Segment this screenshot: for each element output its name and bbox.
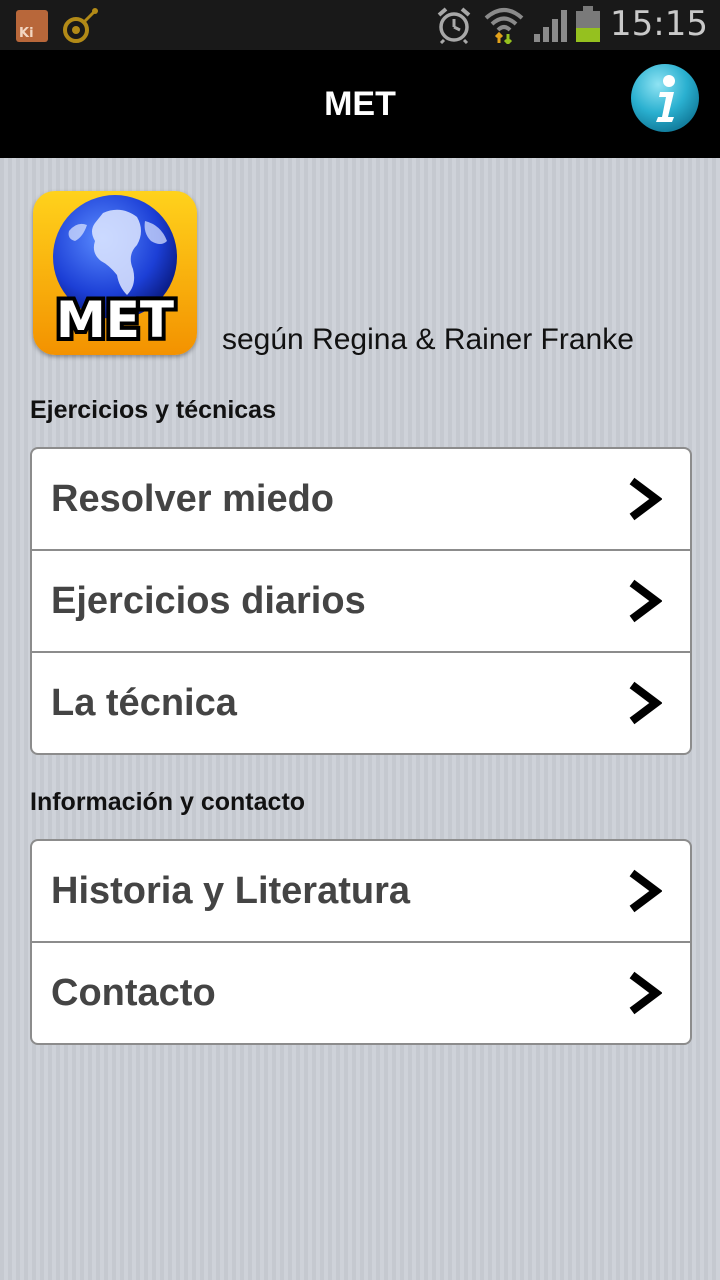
menu-item-label: Contacto (51, 972, 216, 1014)
attribution-text: según Regina & Rainer Franke (222, 323, 634, 356)
section-header-informacion: Información y contacto (30, 788, 306, 816)
menu-group-informacion: Historia y Literatura Contacto (30, 839, 692, 1045)
status-bar: Ki 15:15 (0, 0, 720, 50)
menu-item-label: Historia y Literatura (51, 870, 410, 912)
section-header-ejercicios: Ejercicios y técnicas (30, 396, 276, 424)
wifi-icon (484, 6, 524, 49)
menu-item-label: La técnica (51, 682, 237, 724)
app-header: MET (0, 50, 720, 158)
chevron-right-icon (629, 477, 662, 521)
menu-item-ejercicios-diarios[interactable]: Ejercicios diarios (32, 551, 690, 653)
satellite-icon (60, 6, 100, 51)
kies-icon-text: Ki (19, 26, 34, 41)
chevron-right-icon (629, 971, 662, 1015)
menu-item-resolver-miedo[interactable]: Resolver miedo (32, 449, 690, 551)
chevron-right-icon (629, 579, 662, 623)
met-logo: MET (33, 191, 197, 355)
menu-item-contacto[interactable]: Contacto (32, 943, 690, 1043)
menu-item-label: Resolver miedo (51, 478, 334, 520)
signal-icon (532, 8, 570, 49)
logo-text: MET (56, 291, 174, 349)
page-title: MET (324, 85, 396, 123)
info-button[interactable] (630, 63, 700, 133)
info-icon (631, 64, 699, 132)
menu-group-ejercicios: Resolver miedo Ejercicios diarios La téc… (30, 447, 692, 755)
battery-icon (576, 6, 600, 42)
battery-level-fill (576, 28, 600, 42)
menu-item-historia-literatura[interactable]: Historia y Literatura (32, 841, 690, 943)
menu-item-la-tecnica[interactable]: La técnica (32, 653, 690, 753)
menu-item-label: Ejercicios diarios (51, 580, 366, 622)
status-time: 15:15 (610, 4, 708, 44)
kies-icon: Ki (16, 10, 48, 42)
chevron-right-icon (629, 869, 662, 913)
chevron-right-icon (629, 681, 662, 725)
alarm-clock-icon (436, 6, 472, 49)
